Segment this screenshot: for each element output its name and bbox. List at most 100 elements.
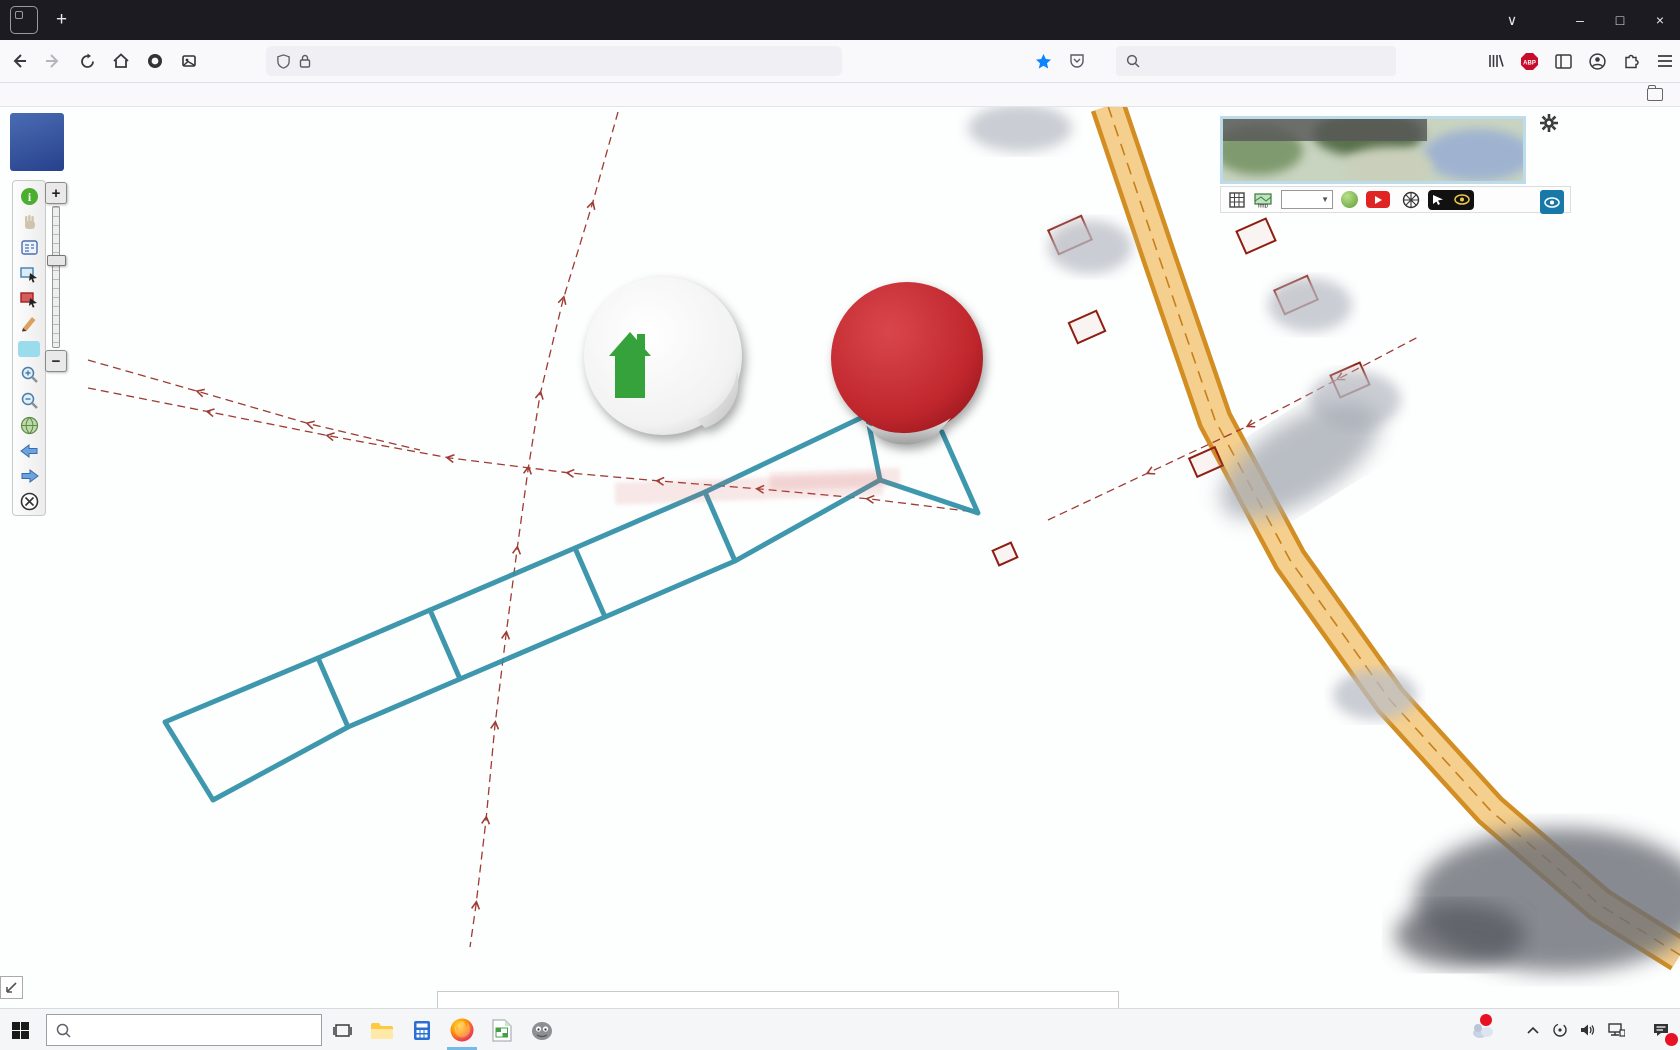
exclusive-offer-sticker <box>823 278 991 446</box>
zoom-slider-minus[interactable]: − <box>45 350 67 372</box>
minimap-title <box>1223 119 1427 141</box>
minimize-button[interactable]: – <box>1560 0 1600 40</box>
youtube-link[interactable] <box>1366 191 1394 208</box>
firefox-view-icon[interactable] <box>10 6 38 34</box>
help-button[interactable] <box>1341 191 1358 208</box>
weather-badge <box>1480 1014 1492 1026</box>
energy-certificate-sticker <box>577 272 749 444</box>
maximize-button[interactable]: □ <box>1600 0 1640 40</box>
full-extent-globe-tool[interactable] <box>17 414 41 438</box>
accessibility-wheel-icon[interactable] <box>1402 191 1420 209</box>
account-icon[interactable] <box>1582 46 1612 76</box>
zoom-slider-handle[interactable] <box>47 255 66 266</box>
svg-text:ABP: ABP <box>1523 60 1536 66</box>
file-explorer-icon[interactable] <box>362 1010 402 1050</box>
search-icon <box>1126 54 1140 68</box>
search-input[interactable] <box>1147 53 1351 70</box>
geoportal-subtoolbar: imp ▼ <box>1220 186 1571 213</box>
select-red-rectangle-tool[interactable] <box>17 287 41 311</box>
cadastral-map[interactable] <box>0 106 1680 1008</box>
layer-visibility-tile[interactable] <box>1540 190 1564 214</box>
sidebar-icon[interactable] <box>1548 46 1578 76</box>
xyh-coordinates-tool[interactable] <box>17 337 41 361</box>
minimap-terrain <box>1423 129 1526 181</box>
lock-icon[interactable] <box>299 54 311 68</box>
folder-icon <box>1647 88 1663 101</box>
zoom-slider-plus[interactable]: + <box>45 182 67 204</box>
forward-button[interactable] <box>38 46 68 76</box>
zoom-in-tool[interactable] <box>17 363 41 387</box>
chevron-down-icon: ▼ <box>1321 195 1329 204</box>
select-rectangle-tool[interactable] <box>17 261 41 285</box>
bookmark-star-icon[interactable] <box>1028 46 1058 76</box>
adblock-plus-icon[interactable]: ABP <box>1514 46 1544 76</box>
measure-pencil-tool[interactable] <box>17 312 41 336</box>
gimp-icon[interactable] <box>522 1010 562 1050</box>
search-icon <box>56 1023 71 1038</box>
screen: + ∨ – □ × <box>0 0 1680 1050</box>
start-button[interactable] <box>0 1010 40 1050</box>
visibility-toggle[interactable] <box>1428 190 1474 210</box>
previous-view-tool[interactable] <box>17 439 41 463</box>
pocket-icon[interactable] <box>1062 46 1092 76</box>
browser-search-box[interactable] <box>1116 46 1396 76</box>
overview-minimap[interactable] <box>1220 116 1526 184</box>
window-controls: ∨ – □ × <box>1492 0 1680 40</box>
extension-icon-adblock[interactable] <box>140 46 170 76</box>
notification-center-icon[interactable] <box>1642 1010 1680 1050</box>
cursor-arrow-icon <box>1432 194 1445 205</box>
volume-icon[interactable] <box>1574 1010 1602 1050</box>
zoom-slider: + − <box>45 182 67 372</box>
eye-icon <box>1544 197 1560 208</box>
utility-lines <box>88 112 1420 947</box>
map-status-bar <box>437 991 1119 1008</box>
reload-button[interactable] <box>72 46 102 76</box>
windows-taskbar <box>0 1008 1680 1050</box>
weather-icon[interactable] <box>1466 1010 1500 1050</box>
taskbar-search-box[interactable] <box>46 1014 322 1046</box>
close-button[interactable]: × <box>1640 0 1680 40</box>
info-tool[interactable]: i <box>17 185 41 209</box>
layers-list-tool[interactable] <box>17 236 41 260</box>
browser-tab-bar: + ∨ – □ × <box>0 0 1680 40</box>
map-export-icon[interactable]: imp <box>1253 192 1273 208</box>
browser-nav-bar: ABP <box>0 40 1680 83</box>
notification-badge <box>1665 1033 1678 1046</box>
url-bar[interactable] <box>266 46 842 76</box>
road <box>1108 106 1680 955</box>
taskbar-search-input[interactable] <box>79 1022 283 1039</box>
svg-text:imp: imp <box>1258 203 1268 208</box>
tray-expand-icon[interactable] <box>1520 1010 1546 1050</box>
eye-icon <box>1454 194 1470 205</box>
extension-icon-screenshot[interactable] <box>174 46 204 76</box>
other-bookmarks[interactable] <box>1647 88 1668 101</box>
minimap-terrain <box>1343 147 1433 184</box>
libreoffice-calc-icon[interactable] <box>482 1010 522 1050</box>
tracking-shield-icon[interactable] <box>276 54 291 69</box>
geoportal-logo-tile[interactable] <box>10 113 64 171</box>
home-button[interactable] <box>106 46 136 76</box>
blur-patches <box>968 106 1680 972</box>
settings-gear-icon[interactable] <box>1538 112 1560 139</box>
list-tabs-chevron-icon[interactable]: ∨ <box>1492 0 1532 40</box>
update-tray-icon[interactable] <box>1546 1010 1574 1050</box>
new-tab-button[interactable]: + <box>46 9 77 31</box>
abort-tool[interactable] <box>17 490 41 514</box>
calculator-icon[interactable] <box>402 1010 442 1050</box>
extensions-puzzle-icon[interactable] <box>1616 46 1646 76</box>
task-view-button[interactable] <box>322 1010 362 1050</box>
zoom-slider-track[interactable] <box>52 206 60 348</box>
panel-resize-handle[interactable] <box>0 976 23 999</box>
network-icon[interactable] <box>1602 1010 1630 1050</box>
next-view-tool[interactable] <box>17 464 41 488</box>
grid-icon[interactable] <box>1229 192 1245 208</box>
youtube-play-icon <box>1366 191 1390 208</box>
menu-hamburger-icon[interactable] <box>1650 46 1680 76</box>
language-select[interactable]: ▼ <box>1281 190 1333 209</box>
pan-hand-tool[interactable] <box>17 210 41 234</box>
zoom-out-tool[interactable] <box>17 388 41 412</box>
map-toolbar: i <box>12 180 46 516</box>
firefox-icon[interactable] <box>442 1010 482 1050</box>
library-icon[interactable] <box>1480 46 1510 76</box>
back-button[interactable] <box>4 46 34 76</box>
